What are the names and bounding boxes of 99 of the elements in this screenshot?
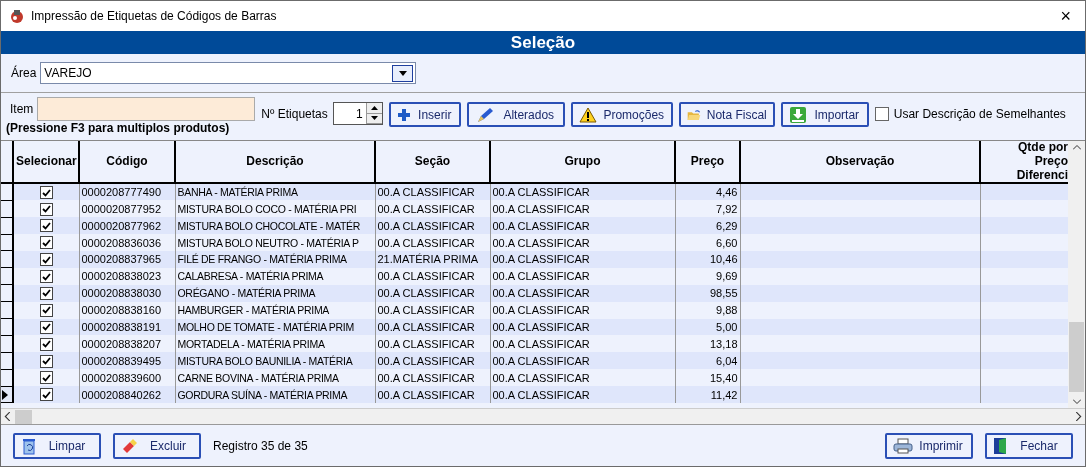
labels-count-label: Nº Etiquetas	[261, 106, 328, 121]
table-cell: 7,92	[675, 200, 740, 218]
warning-icon	[578, 106, 597, 123]
column-header[interactable]: Grupo	[490, 141, 675, 184]
row-checkbox[interactable]	[39, 270, 53, 284]
similar-description-checkbox[interactable]: Usar Descrição de Semelhantes	[874, 107, 1066, 121]
toolbar-button[interactable]: Importar	[780, 102, 869, 127]
plus-icon	[396, 107, 411, 122]
table-cell: 6,04	[675, 352, 740, 370]
area-value: VAREJO	[44, 66, 92, 80]
footer-button[interactable]: Imprimir	[885, 432, 973, 459]
caret-down-icon	[370, 116, 378, 121]
table-cell: CARNE BOVINA - MATÉRIA PRIMA	[175, 369, 375, 387]
decrement-button[interactable]	[366, 113, 382, 124]
door-icon	[993, 436, 1009, 455]
scroll-thumb[interactable]	[1069, 322, 1084, 392]
item-hint: (Pressione F3 para multiplos produtos)	[6, 121, 231, 135]
toolbar-button[interactable]: Nota Fiscal	[678, 102, 775, 127]
download-icon	[788, 105, 807, 124]
table-cell: 0000208836036	[79, 234, 175, 251]
trash-icon	[21, 436, 37, 455]
scroll-right-icon[interactable]	[1076, 412, 1082, 421]
table-cell: 6,60	[675, 234, 740, 251]
table-cell: 00.A CLASSIFICAR	[490, 335, 675, 353]
table-cell: 0000020877952	[79, 200, 175, 218]
column-header[interactable]: Código	[79, 141, 175, 184]
table-cell: 00.A CLASSIFICAR	[375, 386, 490, 403]
table-cell: 00.A CLASSIFICAR	[490, 217, 675, 235]
horizontal-scrollbar[interactable]	[1, 408, 1085, 424]
dropdown-button[interactable]	[392, 64, 414, 82]
row-checkbox[interactable]	[39, 371, 53, 385]
table-cell: 0000208839495	[79, 352, 175, 370]
table-cell: 00.A CLASSIFICAR	[375, 335, 490, 353]
table-cell: MISTURA BOLO CHOCOLATE - MATÉR	[175, 217, 375, 235]
caret-up-icon	[370, 105, 378, 110]
column-header[interactable]: Seção	[375, 141, 490, 184]
row-checkbox[interactable]	[39, 236, 53, 250]
table-cell: 0000020877962	[79, 217, 175, 235]
column-header[interactable]: Descrição	[175, 141, 375, 184]
table-cell: 00.A CLASSIFICAR	[490, 352, 675, 370]
table-cell: 0000208840262	[79, 386, 175, 403]
table-cell: 6,29	[675, 217, 740, 235]
footer-button[interactable]: Limpar	[13, 432, 101, 459]
table-cell: 00.A CLASSIFICAR	[490, 200, 675, 218]
row-checkbox[interactable]	[39, 320, 53, 334]
table-cell: 0000208838207	[79, 335, 175, 353]
table-cell: 00.A CLASSIFICAR	[375, 234, 490, 251]
table-cell: GORDURA SUÍNA - MATÉRIA PRIMA	[175, 386, 375, 403]
current-row-icon	[1, 389, 9, 400]
toolbar-button[interactable]: Inserir	[388, 102, 461, 127]
table-cell: 00.A CLASSIFICAR	[490, 369, 675, 387]
row-checkbox[interactable]	[39, 253, 53, 267]
window-title: Impressão de Etiquetas de Códigos de Barras	[31, 9, 278, 23]
row-checkbox[interactable]	[39, 286, 53, 300]
area-dropdown[interactable]: VAREJO	[40, 62, 417, 84]
caret-icon	[398, 70, 407, 76]
table-cell: MISTURA BOLO BAUNILIA - MATÉRIA	[175, 352, 375, 370]
column-header[interactable]: Observação	[740, 141, 980, 184]
table-cell: 0000208839600	[79, 369, 175, 387]
item-input[interactable]	[37, 97, 256, 121]
table-cell: MORTADELA - MATÉRIA PRIMA	[175, 335, 375, 353]
scroll-left-icon[interactable]	[4, 412, 10, 421]
footer-button[interactable]: Fechar	[985, 432, 1073, 459]
row-checkbox[interactable]	[39, 186, 53, 200]
table-cell: 00.A CLASSIFICAR	[375, 369, 490, 387]
row-checkbox[interactable]	[39, 354, 53, 368]
column-header[interactable]: Qtde por Preço Diferenci	[980, 141, 1068, 184]
vertical-scrollbar[interactable]	[1068, 141, 1085, 408]
eraser-icon	[121, 437, 139, 454]
table-cell: MISTURA BOLO COCO - MATÉRIA PRI	[175, 200, 375, 218]
toolbar-button[interactable]: Promoções	[570, 102, 673, 127]
app-icon	[9, 8, 25, 24]
row-checkbox[interactable]	[39, 202, 53, 216]
table-cell: 00.A CLASSIFICAR	[490, 234, 675, 251]
area-label: Área	[11, 66, 37, 80]
row-checkbox[interactable]	[39, 219, 53, 233]
table-cell: MISTURA BOLO NEUTRO - MATÉRIA P	[175, 234, 375, 251]
table-cell: 15,40	[675, 369, 740, 387]
section-banner: Seleção	[1, 31, 1085, 54]
increment-button[interactable]	[366, 103, 382, 114]
column-header[interactable]: Preço	[675, 141, 740, 184]
column-header[interactable]: Selecionar	[13, 141, 79, 184]
printer-icon	[893, 437, 913, 454]
table-cell: 00.A CLASSIFICAR	[375, 217, 490, 235]
table-cell: 13,18	[675, 335, 740, 353]
item-label: Item	[10, 102, 34, 116]
table-cell: 00.A CLASSIFICAR	[375, 352, 490, 370]
table-cell: 00.A CLASSIFICAR	[375, 200, 490, 218]
table-cell: 11,42	[675, 386, 740, 403]
record-status: Registro 35 de 35	[213, 438, 309, 453]
close-button[interactable]: ×	[1054, 5, 1077, 27]
toolbar-button[interactable]: Alterados	[466, 102, 565, 127]
row-checkbox[interactable]	[39, 388, 53, 402]
labels-count-spinner[interactable]: 1	[332, 102, 383, 125]
row-checkbox[interactable]	[39, 303, 53, 317]
footer-button[interactable]: Excluir	[113, 432, 201, 459]
scroll-thumb[interactable]	[15, 409, 32, 424]
table-cell: 00.A CLASSIFICAR	[490, 386, 675, 403]
row-checkbox[interactable]	[39, 337, 53, 351]
